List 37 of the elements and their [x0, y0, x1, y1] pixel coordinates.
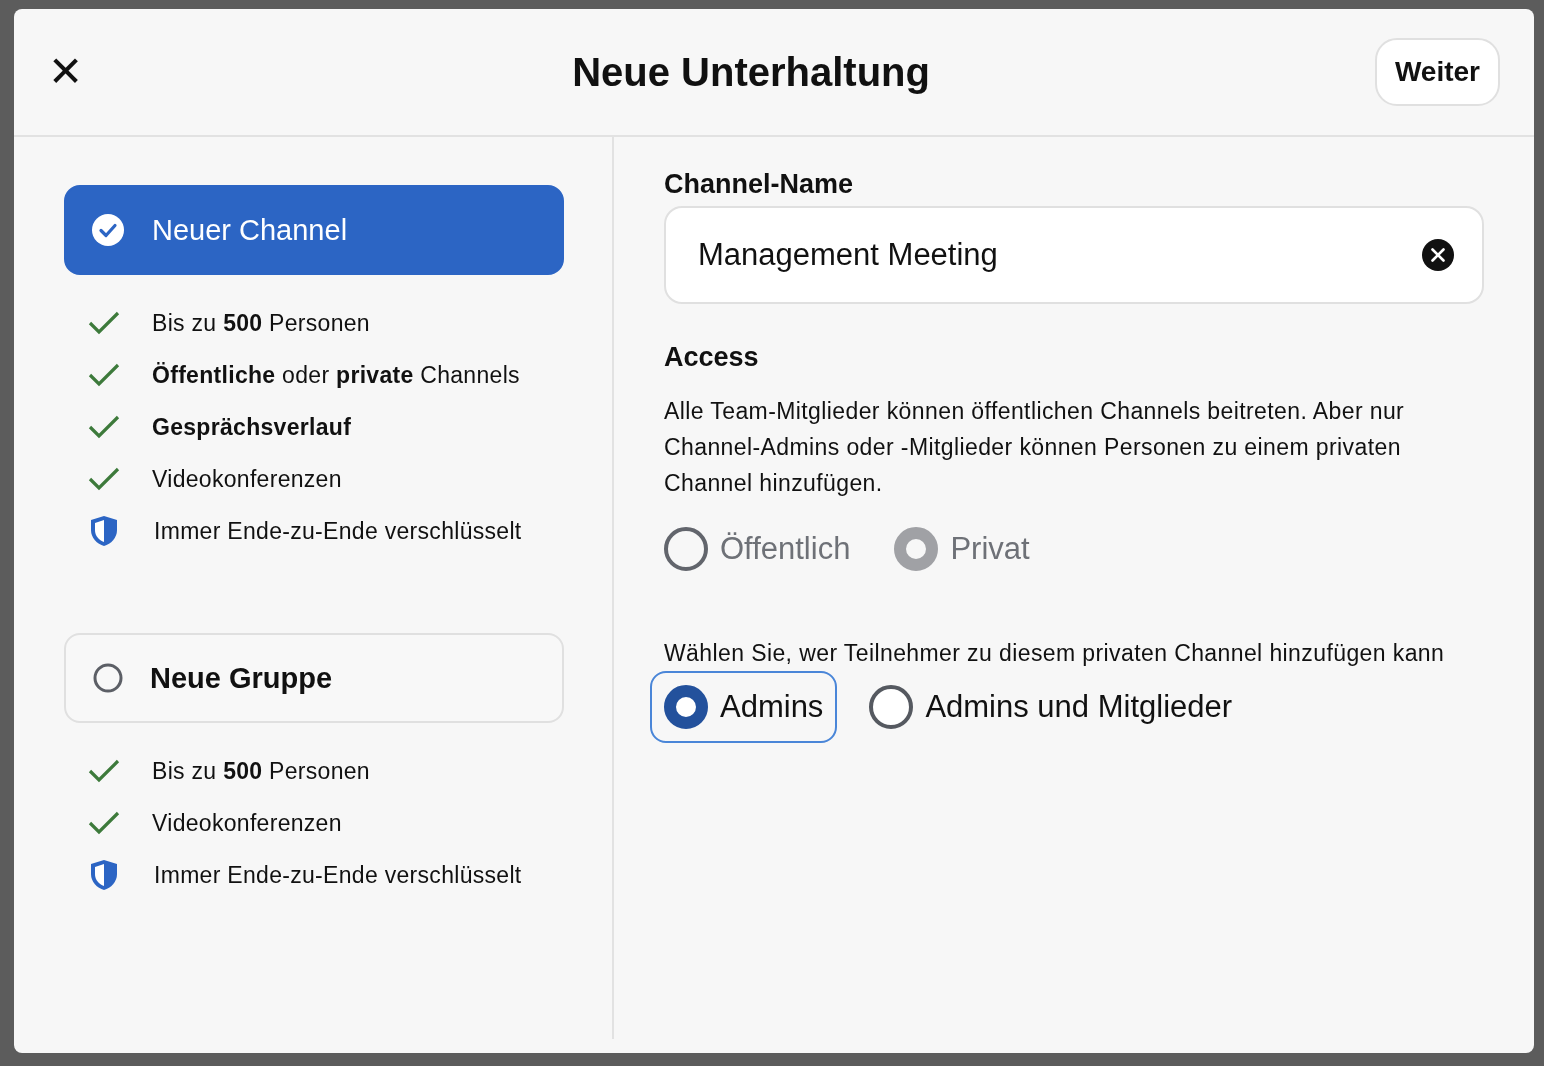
feature-text: Bis zu 500 Personen — [152, 757, 370, 785]
channel-name-field[interactable]: Management Meeting — [664, 206, 1484, 304]
feature-text: Immer Ende-zu-Ende verschlüsselt — [154, 861, 522, 889]
feature-text: Immer Ende-zu-Ende verschlüsselt — [154, 517, 522, 545]
radio-option[interactable]: Admins — [650, 671, 838, 743]
prompt-text: Wählen Sie, wer Teilnehmer zu diesem privaten Channel hinzufügen kann — [664, 639, 1446, 668]
check-icon — [88, 759, 120, 783]
radio-option[interactable]: Admins und Mitglieder — [855, 671, 1247, 743]
section-heading: Access — [664, 342, 760, 373]
radio-label: Privat — [950, 531, 1030, 567]
dialog-title: Neue Unterhaltung — [572, 49, 930, 95]
radio-label: Admins — [720, 689, 824, 725]
feature-text: Öffentliche oder private Channels — [152, 361, 520, 389]
radio-circle-icon — [92, 662, 124, 694]
access-description: Alle Team-Mitglieder können öffentlichen Channels beitreten. Aber nur Channel-Admins oder -Mitglieder können Personen zu einem privaten Channel hinzufügen. — [664, 397, 1406, 498]
option-card[interactable]: Neuer Channel — [64, 185, 564, 275]
feature-text: Videokonferenzen — [152, 465, 342, 493]
clear-icon[interactable] — [1422, 239, 1454, 271]
close-button[interactable]: ✕ — [44, 51, 88, 93]
check-circle-icon — [92, 214, 124, 246]
check-icon — [88, 811, 120, 835]
shield-icon — [90, 515, 118, 547]
feature-text: Videokonferenzen — [152, 809, 342, 837]
feature-text: Bis zu 500 Personen — [152, 309, 370, 337]
radio-label: Öffentlich — [720, 531, 851, 567]
radio-button[interactable] — [664, 685, 708, 729]
radio-button[interactable] — [869, 685, 914, 729]
feature-text: Gesprächsverlauf — [152, 413, 352, 441]
field-label: Channel-Name — [664, 169, 855, 200]
radio-label: Admins und Mitglieder — [925, 689, 1233, 725]
check-icon — [88, 363, 120, 387]
check-icon — [88, 311, 120, 335]
check-icon — [88, 415, 120, 439]
option-card[interactable]: Neue Gruppe — [64, 633, 564, 723]
next-button[interactable]: Weiter — [1374, 38, 1500, 106]
check-icon — [88, 467, 120, 491]
shield-icon — [90, 859, 118, 891]
